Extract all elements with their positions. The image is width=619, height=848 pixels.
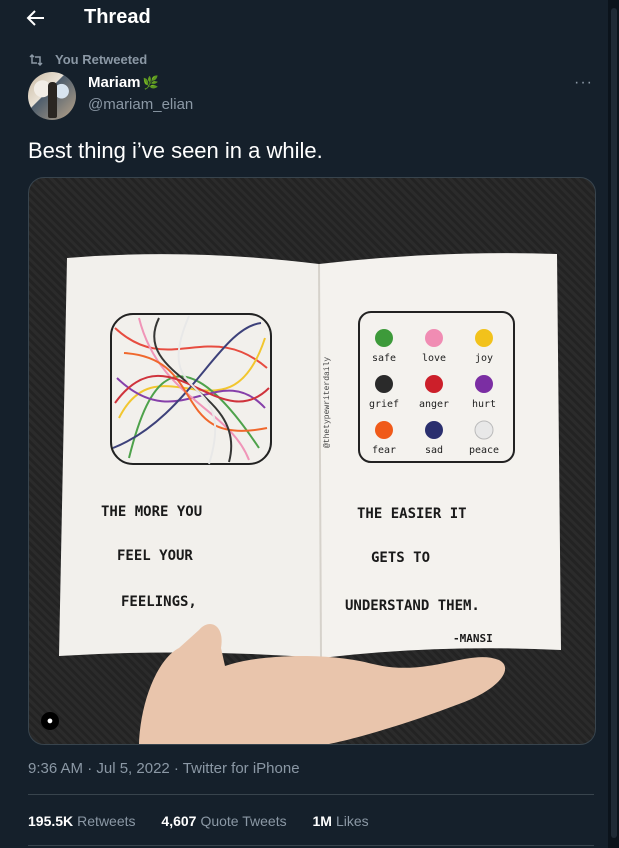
- credit-text: @thetypewriterdaily: [323, 357, 332, 448]
- emotion-label-hurt: hurt: [472, 399, 496, 410]
- emotion-label-love: love: [422, 353, 446, 364]
- emotion-thread-joy: [475, 329, 493, 347]
- avatar[interactable]: [28, 72, 76, 120]
- emotion-thread-love: [425, 329, 443, 347]
- tweet-image[interactable]: @thetypewriterdaily safe love joy grief ange…: [28, 177, 596, 745]
- left-text-line-2: FEEL YOUR: [117, 548, 193, 564]
- leaf-emoji: 🌿: [142, 75, 159, 90]
- retweet-icon: [29, 53, 43, 67]
- retweet-label: You Retweeted: [55, 52, 148, 67]
- emotion-thread-anger: [425, 375, 443, 393]
- emotion-label-anger: anger: [419, 399, 449, 410]
- emotion-label-grief: grief: [369, 399, 399, 410]
- likes-stat[interactable]: 1M Likes: [312, 813, 368, 829]
- divider: [28, 794, 594, 795]
- right-text-line-2: GETS TO: [371, 550, 430, 566]
- emotion-label-peace: peace: [469, 445, 499, 456]
- retweet-context: You Retweeted: [29, 52, 147, 67]
- right-text-line-1: THE EASIER IT: [357, 506, 467, 522]
- emotion-thread-peace: [474, 420, 494, 440]
- emotion-thread-hurt: [475, 375, 493, 393]
- author-handle[interactable]: @mariam_elian: [88, 96, 193, 113]
- emotion-label-safe: safe: [372, 353, 396, 364]
- tweet-stats: 195.5K Retweets 4,607 Quote Tweets 1M Likes: [28, 813, 391, 829]
- emotion-thread-sad: [425, 421, 443, 439]
- right-text-line-3: UNDERSTAND THEM.: [345, 598, 480, 614]
- emotion-thread-fear: [375, 421, 393, 439]
- person-icon[interactable]: ●: [41, 712, 59, 730]
- tweet-text: Best thing i’ve seen in a while.: [28, 138, 323, 163]
- quote-tweets-stat[interactable]: 4,607 Quote Tweets: [161, 813, 286, 829]
- emotion-thread-grief: [375, 375, 393, 393]
- page-title: Thread: [84, 6, 151, 28]
- signature: -MANSI: [453, 632, 493, 645]
- left-text-line-3: FEELINGS,: [121, 594, 197, 610]
- tweet-meta: 9:36 AM · Jul 5, 2022 · Twitter for iPho…: [28, 760, 300, 777]
- author-name[interactable]: Mariam 🌿: [88, 74, 159, 91]
- emotion-label-fear: fear: [372, 445, 396, 456]
- notebook-photo: @thetypewriterdaily safe love joy grief ange…: [59, 253, 561, 744]
- retweets-stat[interactable]: 195.5K Retweets: [28, 813, 136, 829]
- left-text-line-1: THE MORE YOU: [101, 504, 202, 520]
- divider: [28, 845, 594, 846]
- scrollbar[interactable]: [608, 0, 619, 848]
- top-bar: Thread: [0, 0, 608, 36]
- arrow-left-icon[interactable]: [22, 6, 50, 30]
- more-options-button[interactable]: ···: [574, 74, 593, 92]
- emotion-label-joy: joy: [475, 353, 493, 364]
- emotion-label-sad: sad: [425, 445, 443, 456]
- emotion-thread-safe: [375, 329, 393, 347]
- scrollbar-thumb[interactable]: [611, 8, 617, 838]
